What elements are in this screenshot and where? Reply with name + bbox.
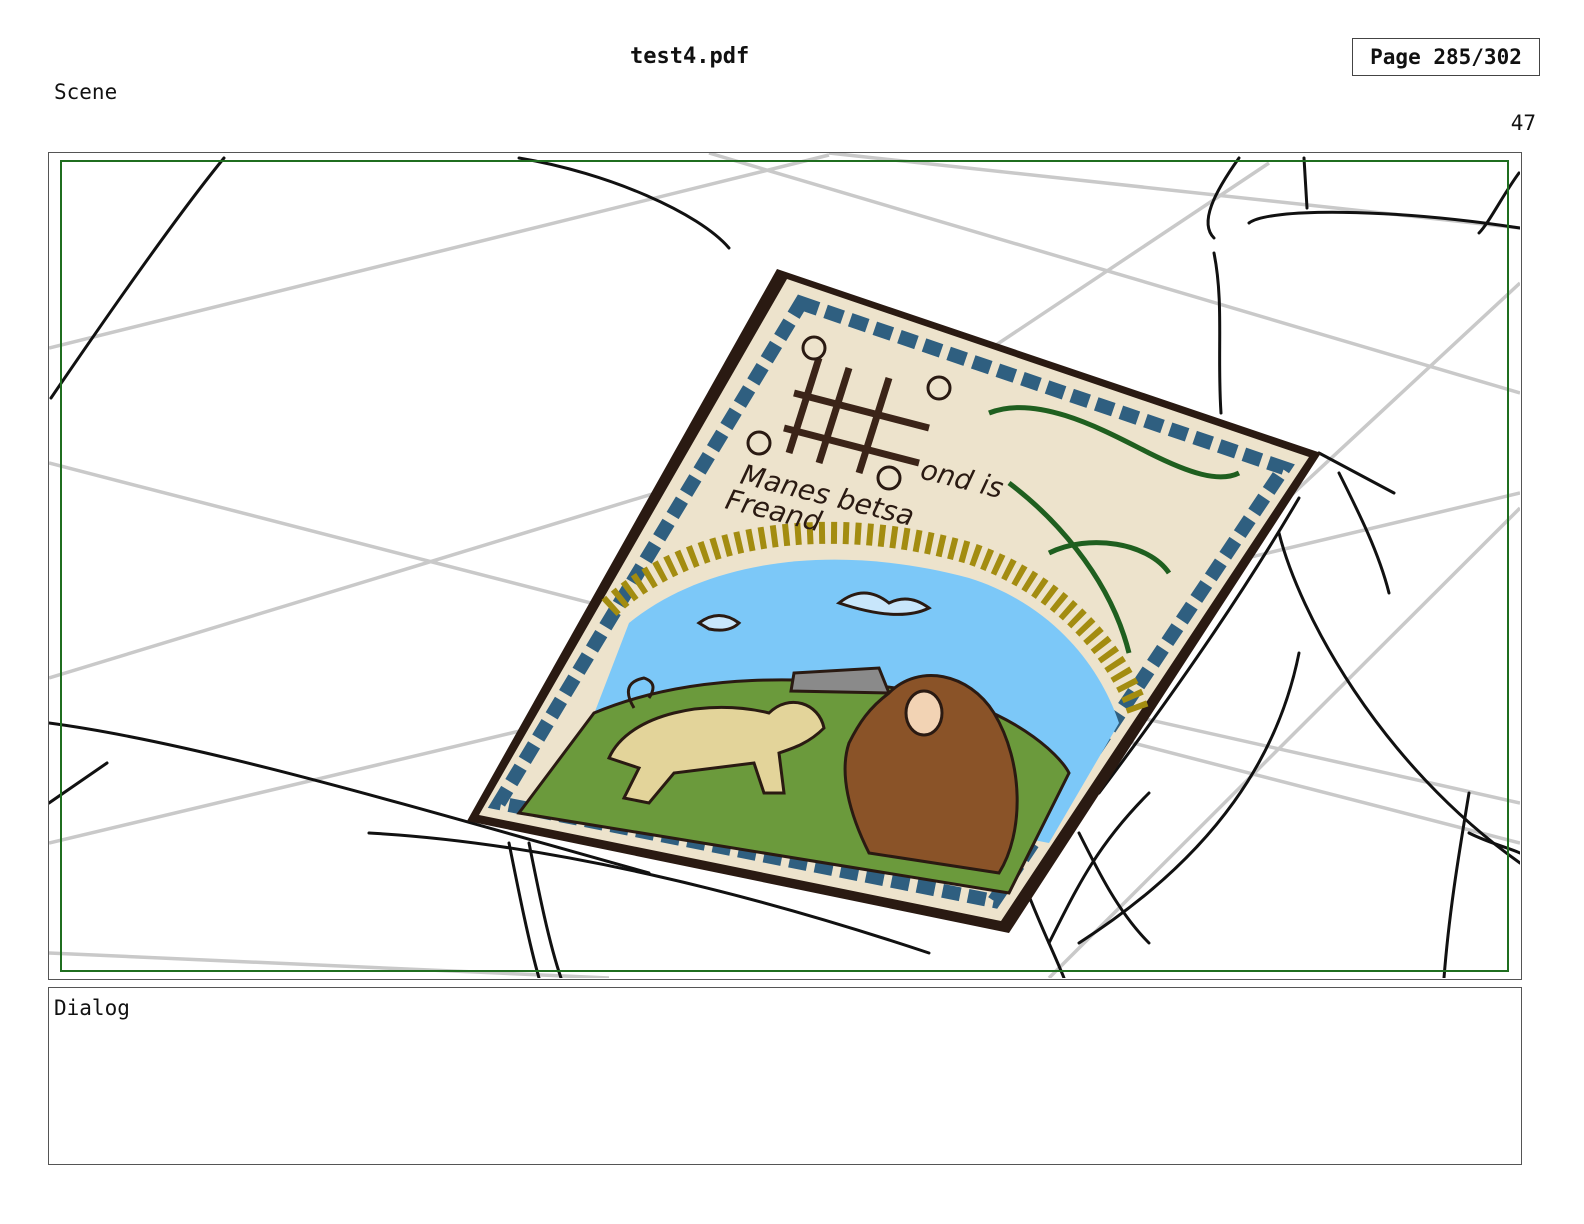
panel-illustration: ond is Manes betsa Freand [49,153,1520,978]
dialog-label: Dialog [54,996,130,1020]
scene-number: 47 [1510,111,1536,135]
document-title: test4.pdf [630,44,750,69]
page-indicator: Page 285/302 [1352,38,1540,76]
scene-label: Scene [54,80,118,104]
storyboard-panel: ond is Manes betsa Freand [48,152,1522,980]
dialog-box: Dialog [48,987,1522,1165]
